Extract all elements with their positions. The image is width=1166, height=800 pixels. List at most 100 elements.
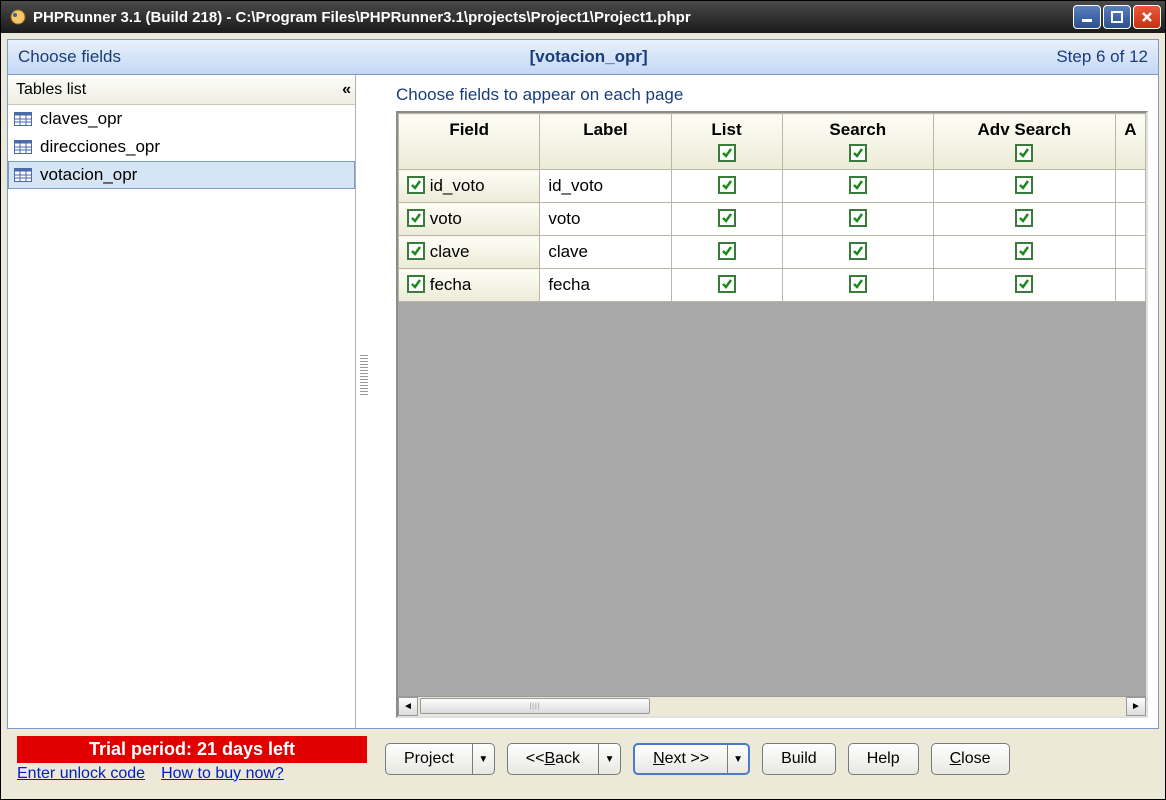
how-to-buy-link[interactable]: How to buy now?	[161, 765, 284, 783]
label-cell[interactable]: fecha	[540, 269, 671, 302]
checkbox[interactable]	[849, 144, 867, 162]
build-button[interactable]: Build	[762, 743, 836, 775]
col-header-adv[interactable]: Adv Search	[933, 114, 1115, 170]
search-cell[interactable]	[782, 170, 933, 203]
next-dropdown[interactable]: ▼	[728, 743, 750, 775]
checkbox[interactable]	[1015, 242, 1033, 260]
scroll-thumb[interactable]: ||||	[420, 698, 650, 714]
checkbox[interactable]	[849, 176, 867, 194]
back-dropdown[interactable]: ▼	[599, 743, 621, 775]
checkbox[interactable]	[849, 209, 867, 227]
field-name: voto	[430, 209, 462, 228]
adv-cell[interactable]	[933, 236, 1115, 269]
more-cell[interactable]	[1115, 269, 1145, 302]
checkbox[interactable]	[407, 242, 425, 260]
checkbox[interactable]	[849, 242, 867, 260]
sidebar-title: Tables list	[16, 81, 342, 99]
checkbox[interactable]	[407, 176, 425, 194]
field-cell[interactable]: voto	[399, 203, 540, 236]
scroll-right-button[interactable]: ►	[1126, 697, 1146, 716]
search-cell[interactable]	[782, 203, 933, 236]
search-cell[interactable]	[782, 236, 933, 269]
project-dropdown[interactable]: ▼	[473, 743, 495, 775]
col-header-more[interactable]: A	[1115, 114, 1145, 170]
trial-banner: Trial period: 21 days left	[17, 736, 367, 763]
checkbox[interactable]	[1015, 209, 1033, 227]
list-cell[interactable]	[671, 203, 782, 236]
scroll-left-button[interactable]: ◄	[398, 697, 418, 716]
table-item-label: votacion_opr	[40, 165, 137, 185]
checkbox[interactable]	[718, 242, 736, 260]
wizard-step-count: Step 6 of 12	[1056, 47, 1148, 67]
checkbox[interactable]	[1015, 144, 1033, 162]
checkbox[interactable]	[1015, 176, 1033, 194]
next-button[interactable]: Next >>	[633, 743, 728, 775]
table-icon	[14, 111, 32, 127]
checkbox[interactable]	[407, 275, 425, 293]
adv-cell[interactable]	[933, 203, 1115, 236]
back-button[interactable]: << Back	[507, 743, 599, 775]
horizontal-scrollbar[interactable]: ◄ |||| ►	[398, 696, 1146, 716]
checkbox[interactable]	[407, 209, 425, 227]
field-name: id_voto	[430, 176, 485, 195]
app-window: PHPRunner 3.1 (Build 218) - C:\Program F…	[0, 0, 1166, 800]
grid-row: id_voto id_voto	[399, 170, 1146, 203]
table-item-votacion_opr[interactable]: votacion_opr	[8, 161, 355, 189]
col-header-list[interactable]: List	[671, 114, 782, 170]
table-item-direcciones_opr[interactable]: direcciones_opr	[8, 133, 355, 161]
grid-row: voto voto	[399, 203, 1146, 236]
field-cell[interactable]: clave	[399, 236, 540, 269]
client-area: Choose fields [votacion_opr] Step 6 of 1…	[1, 33, 1165, 799]
col-header-label[interactable]: Label	[540, 114, 671, 170]
col-header-search[interactable]: Search	[782, 114, 933, 170]
close-button[interactable]: Close	[931, 743, 1010, 775]
help-button[interactable]: Help	[848, 743, 919, 775]
grid-empty-area	[398, 302, 1146, 696]
close-window-button[interactable]	[1133, 5, 1161, 29]
table-item-label: claves_opr	[40, 109, 122, 129]
app-icon	[9, 8, 27, 26]
fields-pane: Choose fields to appear on each page Fie…	[356, 75, 1158, 728]
grid-header-row: Field Label List Search Adv Search A	[399, 114, 1146, 170]
more-cell[interactable]	[1115, 236, 1145, 269]
field-cell[interactable]: fecha	[399, 269, 540, 302]
field-name: clave	[430, 242, 470, 261]
collapse-icon[interactable]: «	[342, 81, 347, 99]
adv-cell[interactable]	[933, 269, 1115, 302]
label-cell[interactable]: id_voto	[540, 170, 671, 203]
checkbox[interactable]	[718, 144, 736, 162]
trial-panel: Trial period: 21 days left Enter unlock …	[17, 736, 367, 783]
grid-row: fechafecha	[399, 269, 1146, 302]
wizard-step-name: Choose fields	[18, 47, 121, 67]
splitter-handle[interactable]	[360, 355, 368, 395]
checkbox[interactable]	[718, 176, 736, 194]
list-cell[interactable]	[671, 269, 782, 302]
title-bar[interactable]: PHPRunner 3.1 (Build 218) - C:\Program F…	[1, 1, 1165, 33]
label-cell[interactable]: clave	[540, 236, 671, 269]
adv-cell[interactable]	[933, 170, 1115, 203]
field-cell[interactable]: id_voto	[399, 170, 540, 203]
more-cell[interactable]	[1115, 170, 1145, 203]
more-cell[interactable]	[1115, 203, 1145, 236]
maximize-button[interactable]	[1103, 5, 1131, 29]
scroll-track[interactable]: ||||	[418, 697, 1126, 716]
window-title: PHPRunner 3.1 (Build 218) - C:\Program F…	[33, 9, 1071, 26]
list-cell[interactable]	[671, 236, 782, 269]
sidebar-header: Tables list «	[8, 75, 355, 105]
table-item-claves_opr[interactable]: claves_opr	[8, 105, 355, 133]
enter-unlock-link[interactable]: Enter unlock code	[17, 765, 145, 783]
checkbox[interactable]	[718, 209, 736, 227]
list-cell[interactable]	[671, 170, 782, 203]
wizard-header: Choose fields [votacion_opr] Step 6 of 1…	[7, 39, 1159, 75]
project-button[interactable]: Project	[385, 743, 473, 775]
checkbox[interactable]	[1015, 275, 1033, 293]
main-area: Tables list « claves_opr direcciones_oprv…	[7, 75, 1159, 729]
checkbox[interactable]	[718, 275, 736, 293]
search-cell[interactable]	[782, 269, 933, 302]
minimize-button[interactable]	[1073, 5, 1101, 29]
table-item-label: direcciones_opr	[40, 137, 160, 157]
checkbox[interactable]	[849, 275, 867, 293]
col-header-field[interactable]: Field	[399, 114, 540, 170]
label-cell[interactable]: voto	[540, 203, 671, 236]
sidebar: Tables list « claves_opr direcciones_oprv…	[8, 75, 356, 728]
